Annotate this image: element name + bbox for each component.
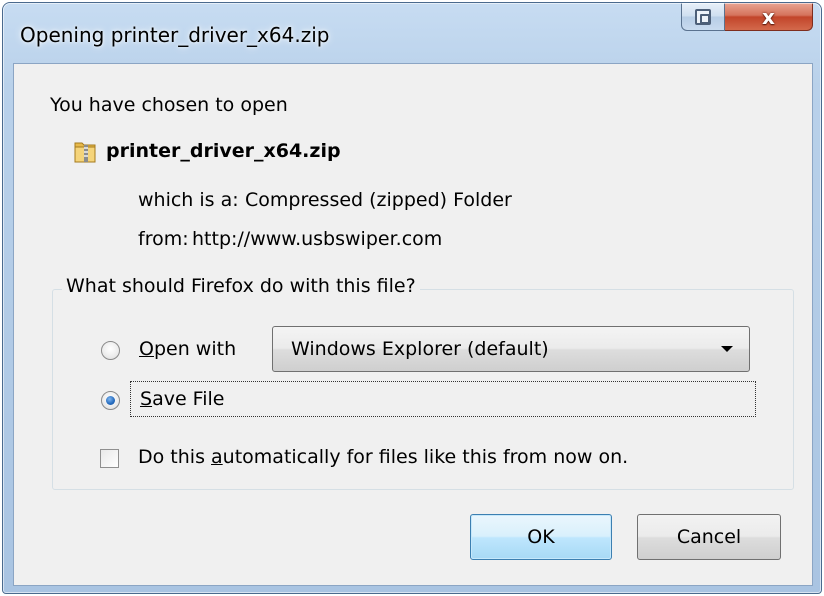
action-group-label: What should Firefox do with this file? [62, 275, 420, 297]
ok-button[interactable]: OK [470, 514, 612, 560]
auto-action-label-after: utomatically for files like this from no… [222, 446, 629, 468]
cancel-button[interactable]: Cancel [637, 514, 781, 560]
auto-action-label-before: Do this [138, 446, 212, 468]
close-icon: x [762, 4, 775, 29]
zip-folder-icon [74, 142, 96, 163]
source-url: http://www.usbswiper.com [192, 228, 443, 250]
save-file-focus-rect[interactable]: Save File [130, 381, 756, 417]
caption-buttons: x [681, 3, 813, 33]
open-with-radio[interactable] [101, 341, 120, 360]
auto-action-mnemonic: a [211, 446, 223, 468]
source-label: from: [138, 228, 189, 250]
close-button[interactable]: x [725, 3, 813, 31]
ok-button-label: OK [527, 526, 555, 548]
restore-button[interactable] [681, 3, 725, 31]
restore-icon [695, 8, 711, 25]
save-file-label[interactable]: Save File [140, 388, 224, 410]
auto-action-label[interactable]: Do this automatically for files like thi… [138, 446, 628, 468]
cancel-button-label: Cancel [676, 526, 742, 548]
auto-action-checkbox[interactable] [100, 449, 119, 468]
dialog-heading: You have chosen to open [50, 94, 288, 116]
file-type-value: Compressed (zipped) Folder [245, 189, 512, 211]
open-with-label-rest: pen with [153, 338, 237, 360]
save-file-radio[interactable] [101, 391, 120, 410]
open-with-label[interactable]: Open with [139, 338, 236, 360]
save-file-label-rest: ave File [152, 388, 225, 410]
save-file-mnemonic: S [140, 388, 153, 410]
application-select-value: Windows Explorer (default) [291, 338, 549, 360]
chevron-down-icon [721, 346, 733, 352]
window-title: Opening printer_driver_x64.zip [20, 23, 330, 47]
dialog-content: You have chosen to open printer_driver_x… [13, 63, 813, 586]
open-with-mnemonic: O [139, 338, 154, 360]
application-select[interactable]: Windows Explorer (default) [272, 326, 750, 372]
dialog-window: Opening printer_driver_x64.zip x You hav… [2, 2, 822, 594]
file-type-label: which is a: [138, 189, 239, 211]
title-bar[interactable]: Opening printer_driver_x64.zip x [3, 3, 821, 63]
file-name: printer_driver_x64.zip [106, 140, 341, 162]
